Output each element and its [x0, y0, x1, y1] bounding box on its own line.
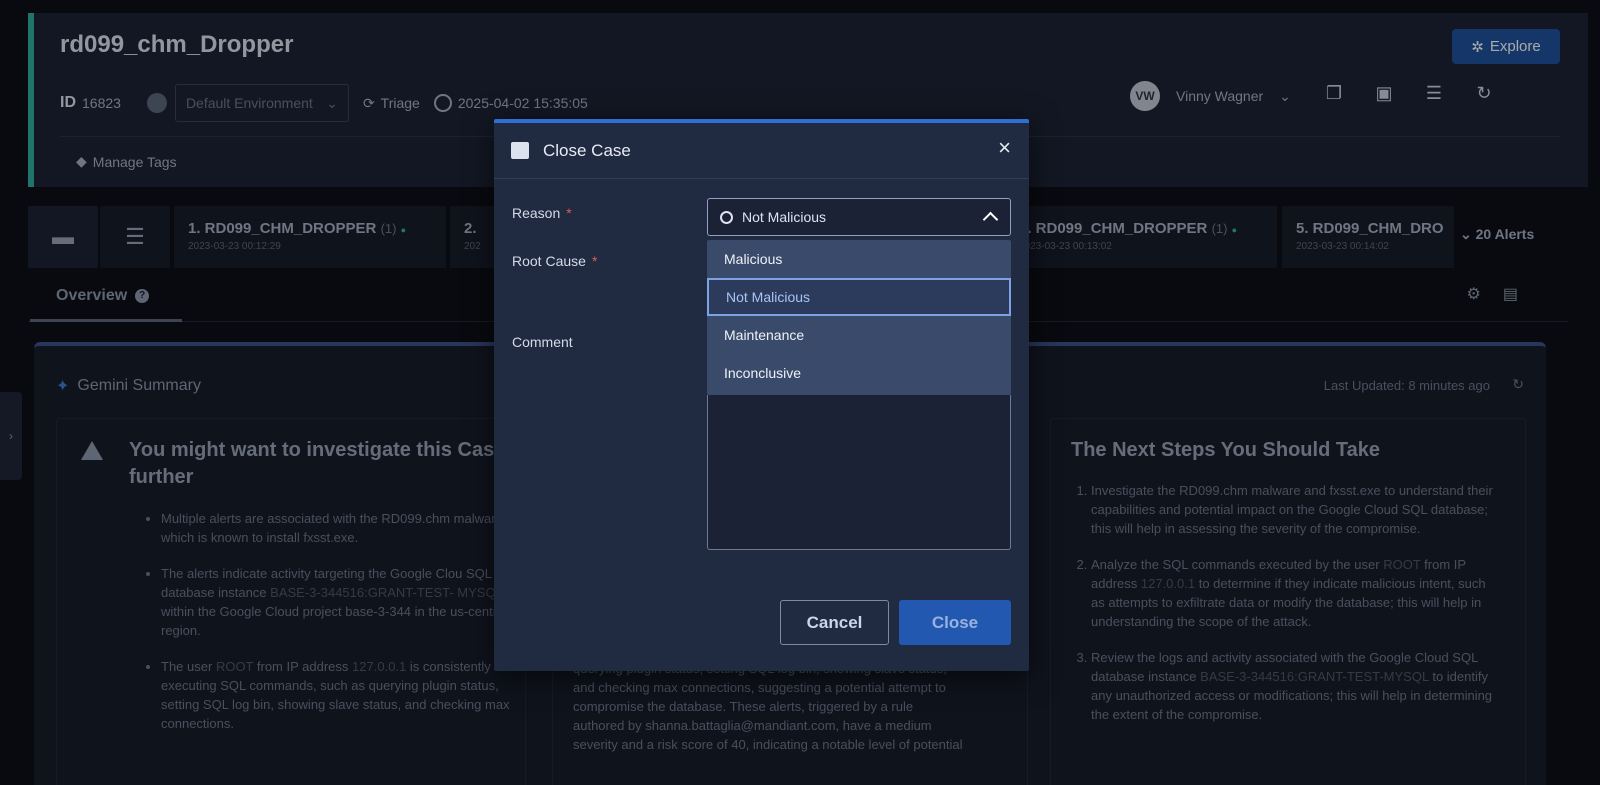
- close-case-dialog: Close Case × Reason * Root Cause * Comment…: [494, 119, 1029, 671]
- required-mark: *: [566, 205, 572, 221]
- folder-check-icon: [511, 142, 529, 159]
- option-maintenance[interactable]: Maintenance: [707, 316, 1011, 354]
- case-page: rd099_chm_Dropper ✲ Explore ID 16823 Def…: [0, 0, 1600, 785]
- reason-value: Not Malicious: [742, 209, 827, 225]
- option-inconclusive[interactable]: Inconclusive: [707, 354, 1011, 392]
- chevron-up-icon: [982, 211, 999, 228]
- close-icon[interactable]: ×: [998, 135, 1011, 161]
- option-not-malicious[interactable]: Not Malicious: [707, 278, 1011, 316]
- search-icon: [720, 210, 733, 224]
- root-cause-label-text: Root Cause: [512, 253, 586, 269]
- close-case-button[interactable]: Close: [899, 600, 1011, 645]
- comment-textarea[interactable]: [707, 395, 1011, 550]
- cancel-button[interactable]: Cancel: [780, 600, 889, 645]
- option-malicious[interactable]: Malicious: [707, 240, 1011, 278]
- root-cause-label: Root Cause *: [512, 253, 597, 269]
- reason-label: Reason *: [512, 205, 572, 221]
- reason-label-text: Reason: [512, 205, 561, 221]
- reason-dropdown: Malicious Not Malicious Maintenance Inco…: [707, 240, 1011, 395]
- dialog-header: Close Case ×: [494, 123, 1029, 179]
- comment-label: Comment: [512, 334, 573, 350]
- required-mark: *: [591, 253, 598, 269]
- dialog-title: Close Case: [543, 140, 631, 160]
- reason-select[interactable]: Not Malicious: [707, 198, 1011, 236]
